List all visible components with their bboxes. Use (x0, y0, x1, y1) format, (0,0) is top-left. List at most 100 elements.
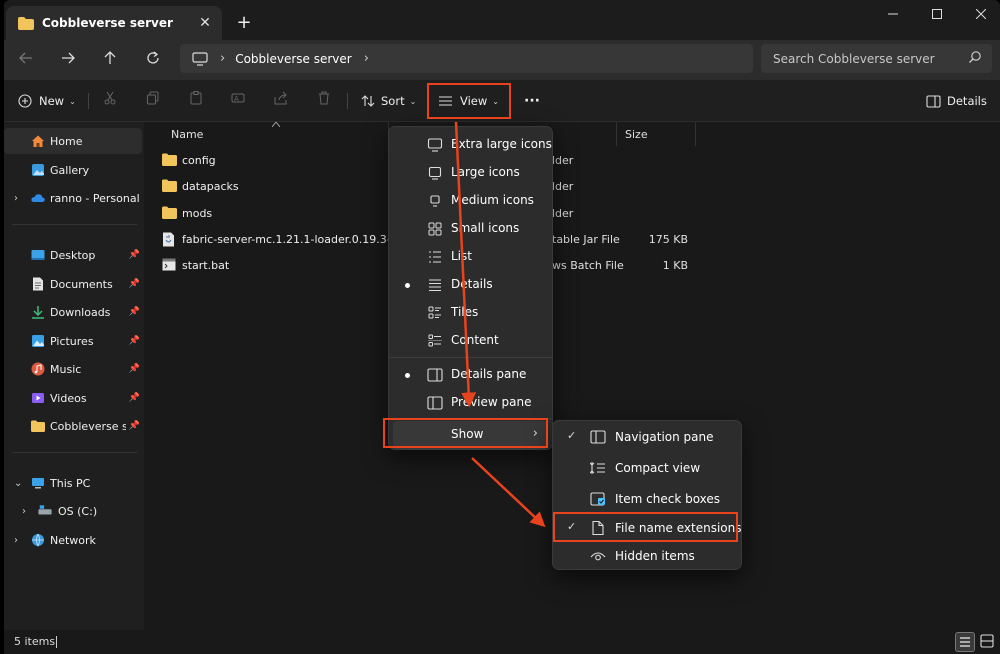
menu-item-label: Show (451, 427, 484, 441)
menu-item-preview-pane[interactable]: Preview pane (393, 389, 548, 417)
sidebar-item-label: Cobbleverse server (50, 419, 126, 433)
search-input[interactable]: Search Cobbleverse server (761, 44, 992, 73)
file-type: lder (552, 180, 574, 193)
desktop-icon (31, 250, 45, 260)
menu-item-details-pane[interactable]: Details pane (393, 361, 548, 389)
back-button[interactable] (12, 46, 40, 74)
sidebar-item-gallery[interactable]: Gallery (4, 157, 142, 183)
sidebar-item-cobbleverse[interactable]: Cobbleverse server 📌 (4, 413, 142, 439)
file-explorer-window: Cobbleverse server ✕ + › Cobbleverse ser… (4, 0, 1000, 654)
breadcrumb-separator[interactable]: › (364, 51, 369, 66)
share-icon[interactable] (271, 91, 291, 111)
sidebar-item-label: Desktop (50, 248, 96, 262)
column-header-size[interactable]: Size (625, 128, 648, 141)
menu-item-show[interactable]: Show › (393, 421, 548, 449)
sidebar-item-documents[interactable]: Documents 📌 (4, 271, 142, 297)
sidebar-item-desktop[interactable]: Desktop 📌 (4, 242, 142, 268)
sort-button[interactable]: Sort ⌄ (361, 89, 416, 113)
view-label: View (460, 94, 488, 108)
folder-icon (162, 206, 177, 219)
file-type: lder (552, 207, 574, 220)
pin-icon[interactable]: 📌 (129, 421, 140, 431)
new-tab-button[interactable]: + (232, 11, 256, 35)
minimize-button[interactable] (870, 0, 916, 30)
sidebar-item-os-c[interactable]: › OS (C:) (4, 498, 142, 524)
menu-item-medium-icons[interactable]: Medium icons (393, 187, 548, 215)
menu-item-tiles[interactable]: Tiles (393, 299, 548, 327)
sidebar-item-downloads[interactable]: Downloads 📌 (4, 299, 142, 325)
list-icon (429, 251, 441, 263)
tab-cobbleverse[interactable]: Cobbleverse server ✕ (6, 6, 222, 40)
details-button[interactable]: Details (926, 89, 987, 113)
file-type: table Jar File (552, 233, 620, 246)
jar-file-icon (163, 232, 174, 247)
pin-icon[interactable]: 📌 (129, 336, 140, 346)
sidebar-item-network[interactable]: › Network (4, 527, 142, 553)
divider (88, 93, 89, 109)
sidebar-item-label: This PC (50, 476, 91, 490)
chevron-right-icon[interactable]: › (14, 535, 18, 546)
chevron-right-icon[interactable]: › (14, 193, 18, 204)
pin-icon[interactable]: 📌 (129, 307, 140, 317)
menu-item-large-icons[interactable]: Large icons (393, 159, 548, 187)
content-icon (428, 334, 442, 347)
more-options-button[interactable]: ··· (524, 89, 540, 113)
menu-item-label: Hidden items (615, 549, 695, 563)
pin-icon[interactable]: 📌 (129, 279, 140, 289)
details-view-toggle[interactable] (955, 632, 975, 652)
close-tab-icon[interactable]: ✕ (194, 12, 216, 34)
details-view-icon (960, 637, 970, 647)
sidebar-item-this-pc[interactable]: ⌄ This PC (4, 470, 142, 496)
refresh-button[interactable] (139, 46, 167, 74)
copy-icon[interactable] (143, 91, 163, 111)
menu-item-details[interactable]: Details (393, 271, 548, 299)
address-toolbar: › Cobbleverse server › Search Cobblevers… (4, 40, 1000, 80)
paste-icon[interactable] (186, 91, 206, 111)
pin-icon[interactable]: 📌 (129, 364, 140, 374)
sidebar-item-videos[interactable]: Videos 📌 (4, 385, 142, 411)
menu-item-navigation-pane[interactable]: ✓ Navigation pane (557, 423, 737, 451)
menu-item-content[interactable]: Content (393, 327, 548, 355)
new-label: New (39, 94, 65, 108)
tiles-view-toggle[interactable] (978, 632, 998, 652)
checkbox-icon (590, 492, 605, 506)
chevron-down-icon: ⌄ (69, 96, 76, 106)
view-button[interactable]: View ⌄ (438, 89, 499, 113)
menu-item-small-icons[interactable]: Small icons (393, 215, 548, 243)
chevron-down-icon: ⌄ (492, 96, 499, 106)
cut-icon[interactable] (100, 91, 120, 111)
sidebar-item-onedrive[interactable]: › ranno - Personal (4, 185, 142, 211)
forward-button[interactable] (54, 46, 82, 74)
arrow-right-icon (62, 52, 75, 64)
chevron-down-icon[interactable]: ⌄ (14, 478, 22, 489)
menu-item-extra-large-icons[interactable]: Extra large icons (393, 131, 552, 159)
up-button[interactable] (96, 46, 124, 74)
maximize-button[interactable] (914, 0, 960, 30)
menu-item-label: Details pane (451, 367, 527, 381)
menu-item-file-name-extensions[interactable]: ✓ File name extensions (557, 514, 742, 542)
close-window-button[interactable] (958, 0, 1000, 30)
column-divider[interactable] (616, 122, 617, 146)
sidebar-item-label: Home (50, 134, 83, 148)
breadcrumb-separator[interactable]: › (220, 51, 225, 66)
file-name: fabric-server-mc.1.21.1-loader.0.19.3-la… (182, 233, 388, 246)
sidebar-item-home[interactable]: Home (4, 128, 142, 154)
column-header-name[interactable]: Name (171, 128, 203, 141)
menu-item-compact-view[interactable]: Compact view (557, 454, 737, 482)
pin-icon[interactable]: 📌 (129, 393, 140, 403)
breadcrumb-cobbleverse[interactable]: Cobbleverse server (235, 52, 352, 66)
column-divider[interactable] (695, 122, 696, 146)
chevron-right-icon[interactable]: › (22, 506, 26, 517)
menu-item-hidden-items[interactable]: Hidden items (557, 542, 737, 570)
address-bar[interactable]: › Cobbleverse server › (180, 44, 753, 73)
sidebar-item-label: Music (50, 362, 82, 376)
chevron-down-icon: ⌄ (409, 96, 417, 106)
menu-item-list[interactable]: List (393, 243, 548, 271)
sidebar-item-pictures[interactable]: Pictures 📌 (4, 328, 142, 354)
pin-icon[interactable]: 📌 (129, 250, 140, 260)
menu-item-item-check-boxes[interactable]: Item check boxes (557, 485, 737, 513)
delete-icon[interactable] (314, 91, 334, 111)
new-button[interactable]: New ⌄ (18, 89, 76, 113)
sidebar-item-music[interactable]: Music 📌 (4, 356, 142, 382)
rename-icon[interactable]: A (228, 91, 248, 111)
